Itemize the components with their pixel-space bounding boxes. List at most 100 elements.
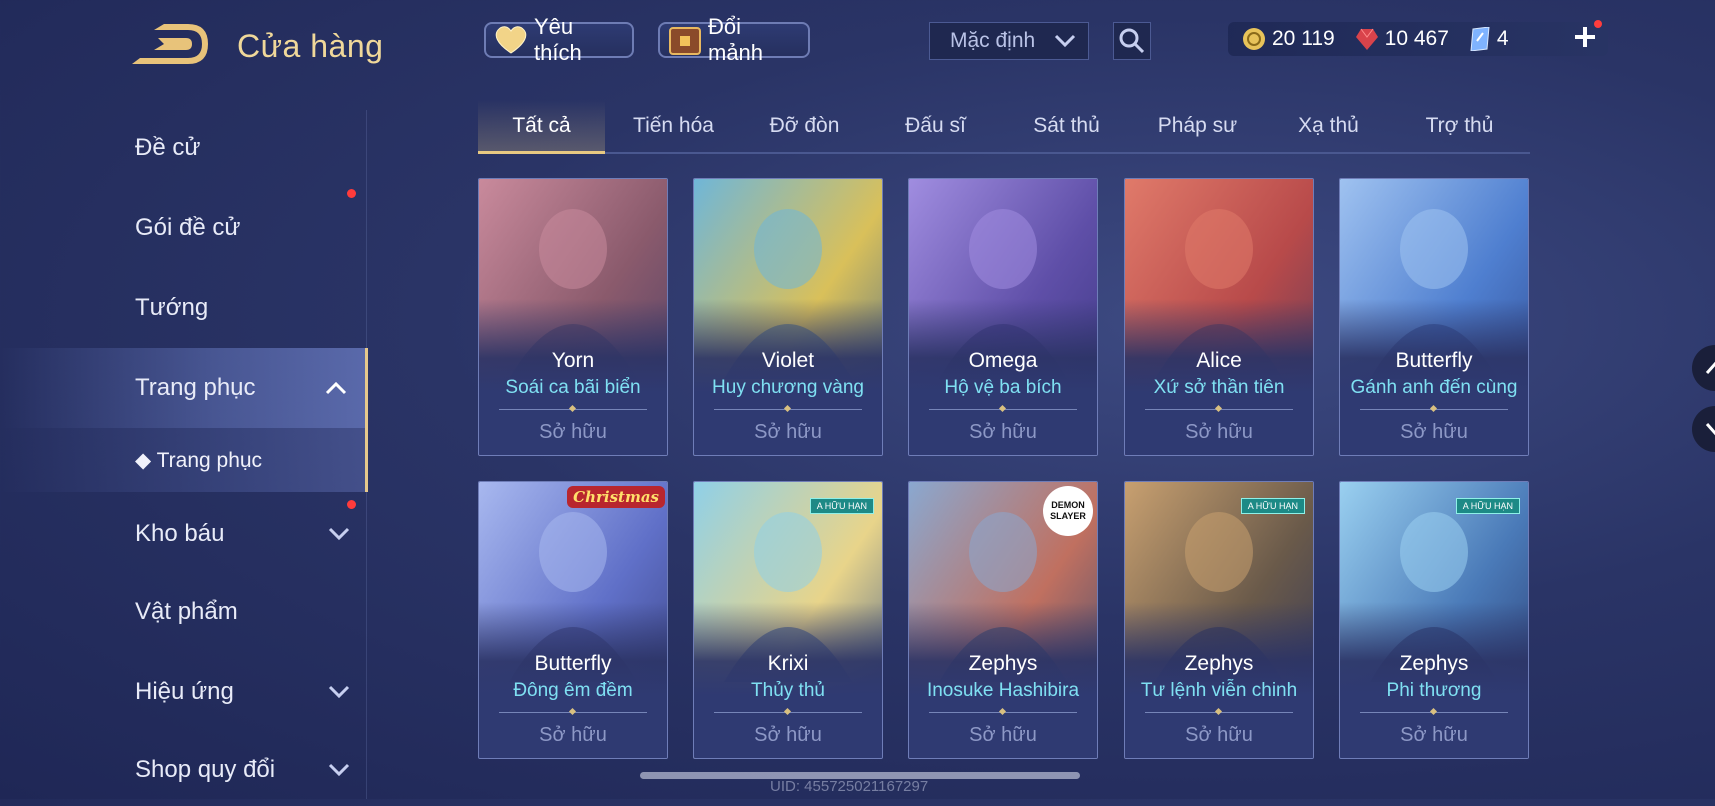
search-icon (1119, 28, 1145, 54)
chevron-down-icon (1054, 34, 1076, 48)
card-divider (499, 409, 647, 410)
owned-status: Sở hữu (754, 724, 822, 746)
sidebar-item-bundles[interactable]: Gói đề cử (0, 189, 368, 264)
top-up-button[interactable] (1570, 20, 1602, 52)
owned-status: Sở hữu (539, 724, 607, 746)
skin-card[interactable]: Butterfly Đông êm đềm Sở hữu Christmas (478, 481, 668, 759)
owned-status: Sở hữu (754, 421, 822, 443)
favorites-label: Yêu thích (534, 14, 582, 65)
exchange-fragments-button[interactable]: Đổi mảnh (658, 14, 810, 65)
tab-label: Đấu sĩ (905, 114, 966, 137)
sidebar-item-recommended[interactable]: Đề cử (0, 112, 368, 184)
skin-name: Phi thương (1386, 680, 1482, 701)
notification-dot (1594, 20, 1602, 28)
tab-evolution[interactable]: Tiến hóa (608, 100, 739, 152)
sidebar-item-heroes[interactable]: Tướng (0, 272, 368, 344)
page-title: Cửa hàng (237, 28, 384, 64)
hero-name: Zephys (1399, 652, 1469, 675)
notification-dot (347, 500, 356, 509)
sidebar-item-label: Tướng (135, 294, 209, 321)
skin-card[interactable]: Yorn Soái ca bãi biển Sở hữu (478, 178, 668, 456)
hero-name: Butterfly (534, 652, 612, 675)
chevron-up-icon (1705, 361, 1715, 374)
scroll-down-button[interactable] (1692, 406, 1715, 452)
ruby-icon (1355, 28, 1378, 50)
sidebar-item-label: Shop quy đổi (135, 756, 276, 783)
card-divider (714, 712, 862, 713)
hero-name: Alice (1196, 349, 1242, 372)
tab-label: Sát thủ (1033, 114, 1100, 137)
sort-value: Mặc định (950, 29, 1036, 52)
sidebar-item-effects[interactable]: Hiệu ứng (0, 656, 368, 728)
uid-watermark: UID: 455725021167297 (770, 778, 929, 795)
sidebar-item-label: Gói đề cử (135, 214, 241, 241)
owned-status: Sở hữu (1400, 421, 1468, 443)
tab-fighter[interactable]: Đấu sĩ (870, 100, 1001, 152)
skin-card[interactable]: Krixi Thủy thủ Sở hữu A HỮU HẠN (693, 481, 883, 759)
search-button[interactable] (1113, 22, 1151, 60)
hero-name: Violet (761, 349, 815, 372)
skin-card[interactable]: Zephys Tư lệnh viễn chinh Sở hữu A HỮU HẠN (1124, 481, 1314, 759)
back-button[interactable] (130, 22, 210, 68)
chevron-down-icon (328, 763, 350, 777)
skin-card[interactable]: Violet Huy chương vàng Sở hữu (693, 178, 883, 456)
tab-label: Tiến hóa (633, 114, 714, 137)
sort-dropdown[interactable]: Mặc định (929, 22, 1089, 60)
notification-dot (347, 189, 356, 198)
chevron-down-icon (1705, 423, 1715, 436)
skin-card[interactable]: Zephys Phi thương Sở hữu A HỮU HẠN (1339, 481, 1529, 759)
chevron-down-icon (328, 527, 350, 541)
skin-name: Huy chương vàng (712, 377, 864, 398)
sidebar-item-skins[interactable]: Trang phục (0, 348, 368, 428)
skin-card[interactable]: Butterfly Gánh anh đến cùng Sở hữu (1339, 178, 1529, 456)
skin-card[interactable]: Omega Hộ vệ ba bích Sở hữu (908, 178, 1098, 456)
card-divider (1145, 712, 1293, 713)
heart-icon (494, 25, 528, 55)
sidebar-subitem-label: ◆ Trang phục (135, 448, 263, 472)
chevron-up-icon (325, 381, 347, 395)
skin-name: Thủy thủ (751, 680, 825, 701)
card-divider (1145, 409, 1293, 410)
skin-tag-badge: A HỮU HẠN (809, 498, 874, 514)
role-tabs: Tất cả Tiến hóa Đỡ đòn Đấu sĩ Sát thủ Ph… (478, 100, 1530, 154)
hero-name: Zephys (968, 652, 1038, 675)
currency-bar: 20 119 10 467 4 (1228, 22, 1608, 56)
sidebar-item-exchange-shop[interactable]: Shop quy đổi (0, 734, 368, 806)
skin-card[interactable]: Zephys Inosuke Hashibira Sở hữu DEMON SLAYE… (908, 481, 1098, 759)
tab-assassin[interactable]: Sát thủ (1001, 100, 1132, 152)
tab-support[interactable]: Trợ thủ (1394, 100, 1525, 152)
owned-status: Sở hữu (539, 421, 607, 443)
sidebar-subitem-skins[interactable]: ◆ Trang phục (0, 428, 368, 492)
tab-label: Tất cả (512, 114, 571, 137)
voucher-value: 4 (1496, 27, 1509, 50)
treasure-chest-icon (668, 24, 702, 56)
ruby-value: 10 467 (1384, 27, 1449, 50)
skin-name: Tư lệnh viễn chinh (1140, 680, 1298, 701)
sidebar-item-label: Trang phục (135, 374, 256, 401)
tab-all[interactable]: Tất cả (478, 100, 605, 154)
ruby-currency: 10 467 (1355, 27, 1449, 51)
sidebar-item-treasure[interactable]: Kho báu (0, 498, 368, 570)
back-arrow-icon (132, 24, 208, 64)
sidebar-item-label: Đề cử (135, 134, 201, 161)
tab-tank[interactable]: Đỡ đòn (739, 100, 870, 152)
scroll-up-button[interactable] (1692, 345, 1715, 391)
hero-name: Krixi (767, 652, 809, 675)
sidebar-item-items[interactable]: Vật phẩm (0, 576, 368, 648)
tab-label: Trợ thủ (1425, 114, 1494, 137)
owned-status: Sở hữu (1400, 724, 1468, 746)
sidebar-item-label: Hiệu ứng (135, 678, 234, 705)
tab-label: Xạ thủ (1298, 114, 1359, 137)
tab-mage[interactable]: Pháp sư (1132, 100, 1263, 152)
favorites-button[interactable]: Yêu thích (484, 14, 634, 65)
tab-marksman[interactable]: Xạ thủ (1263, 100, 1394, 152)
voucher-currency: 4 (1469, 27, 1509, 51)
skin-name: Gánh anh đến cùng (1350, 377, 1518, 398)
skin-name: Xứ sở thần tiên (1153, 377, 1285, 398)
skin-tag-badge: A HỮU HẠN (1240, 498, 1305, 514)
skin-card[interactable]: Alice Xứ sở thần tiên Sở hữu (1124, 178, 1314, 456)
hero-name: Zephys (1184, 652, 1254, 675)
skin-name: Inosuke Hashibira (926, 680, 1080, 701)
gold-coin-icon (1243, 28, 1265, 50)
skin-tag-badge: A HỮU HẠN (1455, 498, 1520, 514)
